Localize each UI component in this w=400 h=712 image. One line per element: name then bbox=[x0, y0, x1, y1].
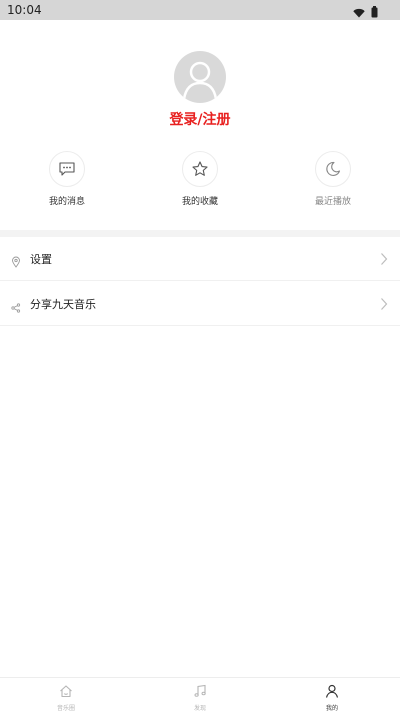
tab-label: 发现 bbox=[193, 705, 206, 712]
quick-action-recent[interactable]: 最近播放 bbox=[293, 151, 373, 207]
user-icon bbox=[325, 683, 339, 702]
menu-item-label: 设置 bbox=[30, 253, 52, 266]
quick-action-label: 我的收藏 bbox=[181, 197, 218, 207]
quick-action-label: 最近播放 bbox=[314, 197, 351, 207]
menu-item-share[interactable]: 分享九天音乐 bbox=[0, 282, 400, 326]
status-bar: 10:04 bbox=[0, 0, 400, 20]
tab-label: 音乐圈 bbox=[56, 705, 75, 712]
tab-discover[interactable]: 发现 bbox=[170, 683, 230, 712]
avatar[interactable] bbox=[174, 51, 226, 103]
chevron-right-icon bbox=[380, 296, 388, 315]
message-icon bbox=[49, 151, 85, 187]
bottom-tab-bar: 音乐圈 发现 我的 bbox=[0, 677, 400, 712]
share-icon bbox=[11, 298, 21, 317]
section-divider bbox=[0, 230, 400, 237]
login-register-link[interactable]: 登录/注册 bbox=[0, 109, 400, 129]
quick-action-favorites[interactable]: 我的收藏 bbox=[160, 151, 240, 207]
tab-mine[interactable]: 我的 bbox=[302, 683, 362, 712]
music-note-icon bbox=[193, 683, 207, 702]
tab-label: 我的 bbox=[325, 705, 338, 712]
settings-icon bbox=[11, 253, 21, 272]
tab-music-circle[interactable]: 音乐圈 bbox=[36, 683, 96, 712]
menu-item-settings[interactable]: 设置 bbox=[0, 237, 400, 281]
quick-action-label: 我的消息 bbox=[48, 197, 85, 207]
star-icon bbox=[182, 151, 218, 187]
moon-icon bbox=[315, 151, 351, 187]
quick-action-messages[interactable]: 我的消息 bbox=[27, 151, 107, 207]
chevron-right-icon bbox=[380, 251, 388, 270]
status-time: 10:04 bbox=[7, 3, 42, 17]
menu-item-label: 分享九天音乐 bbox=[30, 298, 96, 311]
home-icon bbox=[59, 683, 73, 702]
profile-section: 登录/注册 我的消息 我的收藏 最近播放 bbox=[0, 20, 400, 230]
